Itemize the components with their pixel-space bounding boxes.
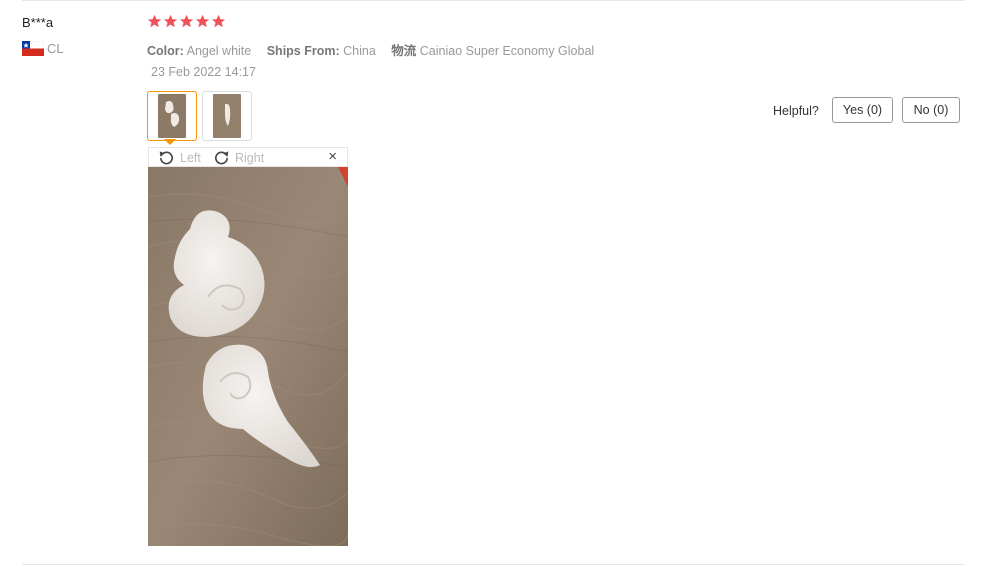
review-photo-large [148, 167, 348, 546]
star-icon [195, 14, 210, 28]
helpful-label: Helpful? [773, 104, 819, 118]
top-divider [22, 0, 965, 1]
star-icon [163, 14, 178, 28]
attr-ships-from-key: Ships From: [266, 44, 340, 58]
attr-color: Color: Angel white [147, 44, 251, 58]
bottom-divider [22, 564, 965, 565]
chile-flag-icon [22, 41, 44, 56]
rotate-left-label: Left [180, 150, 201, 165]
star-icon [179, 14, 194, 28]
reviewer-name: B***a [22, 15, 54, 30]
attr-color-key: Color: [147, 44, 184, 58]
rotate-right-label: Right [235, 150, 265, 165]
review-date: 23 Feb 2022 14:17 [151, 65, 256, 79]
attr-ships-from: Ships From: China [267, 44, 376, 58]
rotate-right-button[interactable]: Right [213, 149, 264, 166]
rotate-left-button[interactable]: Left [158, 149, 201, 166]
attr-logistics: 物流 Cainiao Super Economy Global [391, 44, 594, 58]
attr-ships-from-value: China [343, 44, 376, 58]
reviewer-country: CL [22, 41, 64, 56]
attr-color-value: Angel white [186, 44, 252, 58]
photo-thumbnail-wing-single [213, 94, 241, 138]
helpful-no-button[interactable]: No (0) [902, 97, 960, 123]
attr-logistics-value: Cainiao Super Economy Global [419, 44, 595, 58]
close-viewer-button[interactable]: × [328, 148, 337, 166]
attr-logistics-key: 物流 [391, 44, 417, 58]
country-code: CL [47, 41, 64, 56]
rotate-right-icon [215, 151, 229, 165]
photo-thumbnail-wings [158, 94, 186, 138]
selected-thumbnail-caret [164, 139, 176, 145]
rotate-left-icon [159, 151, 173, 165]
star-rating [147, 14, 226, 29]
star-icon [211, 14, 226, 28]
photo-thumbnail-1[interactable] [147, 91, 197, 141]
star-icon [147, 14, 162, 28]
review-attributes: Color: Angel white Ships From: China 物流 … [147, 40, 606, 59]
helpful-yes-button[interactable]: Yes (0) [832, 97, 893, 123]
image-viewer-toolbar: Left Right × [148, 147, 348, 167]
photo-thumbnail-2[interactable] [202, 91, 252, 141]
